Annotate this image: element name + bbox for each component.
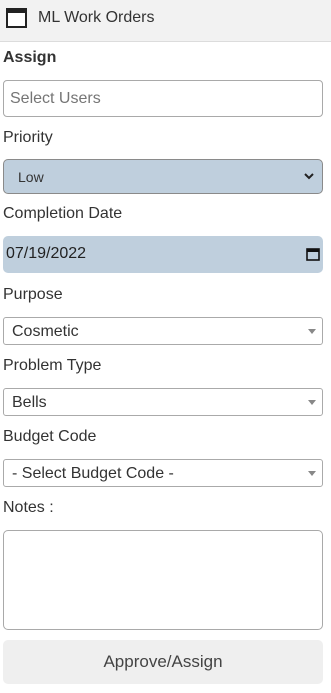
priority-select[interactable]: Low (3, 159, 323, 194)
budget-code-label: Budget Code (3, 428, 97, 445)
assign-label: Assign (3, 49, 57, 66)
priority-value: Low (18, 169, 44, 185)
approve-assign-button[interactable]: Approve/Assign (3, 640, 323, 684)
problem-type-select[interactable]: Bells (3, 388, 323, 416)
completion-date-input[interactable]: 07/19/2022 (3, 236, 323, 273)
completion-date-value: 07/19/2022 (6, 245, 87, 262)
purpose-value: Cosmetic (12, 323, 79, 340)
budget-code-select[interactable]: - Select Budget Code - (3, 459, 323, 487)
completion-date-label: Completion Date (3, 205, 123, 222)
notes-textarea[interactable] (3, 530, 323, 630)
calendar-icon[interactable] (306, 247, 320, 261)
purpose-select[interactable]: Cosmetic (3, 317, 323, 345)
problem-type-label: Problem Type (3, 357, 102, 374)
dropdown-arrow-icon (308, 329, 316, 334)
problem-type-value: Bells (12, 394, 47, 411)
notes-label: Notes : (3, 499, 54, 516)
chevron-down-icon (304, 173, 314, 180)
priority-label: Priority (3, 129, 53, 146)
window-icon (6, 8, 27, 28)
budget-code-value: - Select Budget Code - (12, 465, 174, 482)
dropdown-arrow-icon (308, 400, 316, 405)
purpose-label: Purpose (3, 286, 63, 303)
assign-users-input[interactable] (3, 80, 323, 117)
window-title: ML Work Orders (38, 9, 155, 26)
dropdown-arrow-icon (308, 471, 316, 476)
title-bar: ML Work Orders (0, 0, 331, 42)
